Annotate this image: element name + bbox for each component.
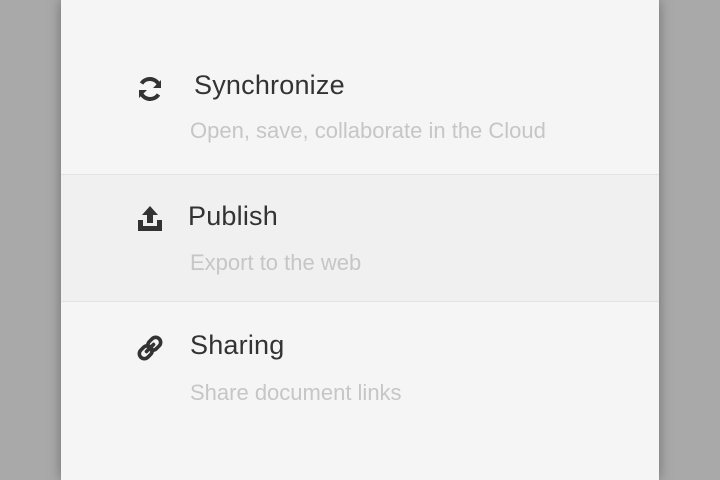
link-icon <box>135 333 165 363</box>
menu-item-description: Export to the web <box>190 250 362 275</box>
menu-item-sharing[interactable]: Sharing Share document links <box>61 302 659 430</box>
upload-icon <box>135 203 165 233</box>
menu-item-publish[interactable]: Publish Export to the web <box>61 174 659 302</box>
sync-icon <box>135 74 165 104</box>
menu-item-synchronize[interactable]: Synchronize Open, save, collaborate in t… <box>61 44 659 174</box>
menu-panel: Synchronize Open, save, collaborate in t… <box>61 0 659 480</box>
menu-item-description: Share document links <box>190 380 402 405</box>
menu-item-label: Synchronize <box>194 70 345 100</box>
menu-item-description: Open, save, collaborate in the Cloud <box>190 118 546 143</box>
menu-item-label: Sharing <box>190 330 285 360</box>
menu-item-label: Publish <box>188 201 278 231</box>
